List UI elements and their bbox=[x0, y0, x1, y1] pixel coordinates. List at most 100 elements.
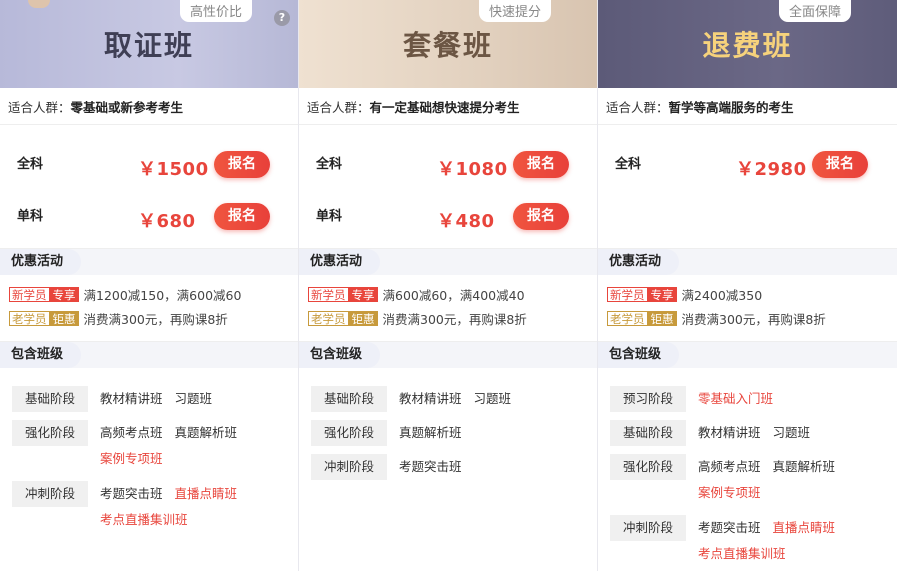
stage-classes: 教材精讲班 习题班 bbox=[698, 420, 888, 446]
price-list: 全科 ￥2980 报名 bbox=[598, 125, 897, 248]
classes-section: 包含班级 预习阶段 零基础入门班 基础阶段 教材精讲班 习题班 强化阶段 高频考点班 真题解析班… bbox=[598, 341, 897, 561]
badge-type: 专享 bbox=[647, 287, 677, 302]
promo-badge: 新学员 专享 bbox=[9, 287, 79, 302]
stage-label: 预习阶段 bbox=[610, 386, 686, 412]
promo-title: 优惠活动 bbox=[598, 249, 680, 275]
class-link[interactable]: 习题班 bbox=[773, 420, 811, 446]
promo-badge: 新学员 专享 bbox=[607, 287, 677, 302]
audience-value: 零基础或新参考考生 bbox=[70, 99, 184, 115]
promo-section: 优惠活动新学员 专享 满600减60，满400减40 老学员 钜惠 消费满300元，再购课… bbox=[299, 248, 597, 341]
price-amount: ￥680 bbox=[138, 211, 196, 232]
promo-text: 消费满300元，再购课8折 bbox=[681, 312, 826, 327]
stage-classes: 真题解析班 bbox=[399, 420, 589, 446]
class-link[interactable]: 考点直播集训班 bbox=[100, 507, 188, 533]
stage-classes: 零基础入门班 bbox=[698, 386, 888, 412]
stage-label: 基础阶段 bbox=[610, 420, 686, 446]
classes-title: 包含班级 bbox=[598, 342, 680, 368]
audience-row: 适合人群： 暂学等高端服务的考生 bbox=[598, 88, 897, 125]
class-link[interactable]: 直播点睛班 bbox=[175, 481, 238, 507]
stage-classes: 高频考点班 真题解析班 案例专项班 bbox=[100, 420, 290, 472]
course-card-tc: 快速提分 套餐班 适合人群： 有一定基础想快速提分考生 全科 ￥1080 报名 单科 ￥480 报… bbox=[299, 0, 598, 571]
class-link[interactable]: 真题解析班 bbox=[399, 420, 462, 446]
price-amount: ￥1500 bbox=[138, 159, 209, 180]
class-link[interactable]: 案例专项班 bbox=[698, 480, 761, 506]
stage-label: 冲刺阶段 bbox=[12, 481, 88, 507]
promo-header: 优惠活动 bbox=[598, 249, 897, 275]
stage-classes: 教材精讲班 习题班 bbox=[399, 386, 589, 412]
class-link[interactable]: 教材精讲班 bbox=[698, 420, 761, 446]
enroll-button[interactable]: 报名 bbox=[214, 203, 270, 230]
stage-classes: 教材精讲班 习题班 bbox=[100, 386, 290, 412]
promo-badge: 老学员 钜惠 bbox=[308, 311, 378, 326]
enroll-button[interactable]: 报名 bbox=[513, 203, 569, 230]
stage-label: 冲刺阶段 bbox=[311, 454, 387, 480]
class-link[interactable]: 教材精讲班 bbox=[399, 386, 462, 412]
promo-line: 新学员 专享 满1200减150，满600减60 bbox=[9, 286, 241, 303]
class-link[interactable]: 习题班 bbox=[175, 386, 213, 412]
stage-label: 强化阶段 bbox=[610, 454, 686, 480]
stage-label: 冲刺阶段 bbox=[610, 515, 686, 541]
stage-classes: 高频考点班 真题解析班 案例专项班 bbox=[698, 454, 888, 506]
course-title: 套餐班 bbox=[402, 29, 493, 62]
price-amount: ￥1080 bbox=[437, 159, 508, 180]
promo-section: 优惠活动新学员 专享 满2400减350 老学员 钜惠 消费满300元，再购课8折 bbox=[598, 248, 897, 341]
price-name: 全科 bbox=[615, 157, 642, 172]
class-link[interactable]: 考题突击班 bbox=[698, 515, 761, 541]
promo-badge: 老学员 钜惠 bbox=[607, 311, 677, 326]
stage-classes: 考题突击班 直播点睛班 考点直播集训班 bbox=[100, 481, 290, 533]
price-row: 全科 ￥1080 报名 bbox=[299, 151, 598, 183]
stage-classes: 考题突击班 直播点睛班 考点直播集训班 bbox=[698, 515, 888, 567]
classes-section: 包含班级 基础阶段 教材精讲班 习题班 强化阶段 高频考点班 真题解析班 案例专项班 冲刺阶段考… bbox=[0, 341, 298, 527]
audience-row: 适合人群： 零基础或新参考考生 bbox=[0, 88, 298, 125]
promo-title: 优惠活动 bbox=[299, 249, 381, 275]
enroll-button[interactable]: 报名 bbox=[513, 151, 569, 178]
banner-tag: 全面保障 bbox=[778, 0, 851, 22]
badge-type: 钜惠 bbox=[348, 311, 378, 326]
badge-audience: 新学员 bbox=[308, 287, 349, 302]
promo-badge: 新学员 专享 bbox=[308, 287, 378, 302]
promo-badge: 老学员 钜惠 bbox=[9, 311, 79, 326]
price-name: 全科 bbox=[316, 157, 343, 172]
price-amount: ￥480 bbox=[437, 211, 495, 232]
stage-classes: 考题突击班 bbox=[399, 454, 589, 480]
promo-text: 满2400减350 bbox=[681, 288, 763, 303]
promo-line: 老学员 钜惠 消费满300元，再购课8折 bbox=[607, 310, 826, 327]
promo-text: 消费满300元，再购课8折 bbox=[83, 312, 228, 327]
promo-header: 优惠活动 bbox=[0, 249, 298, 275]
class-link[interactable]: 高频考点班 bbox=[698, 454, 761, 480]
audience-value: 暂学等高端服务的考生 bbox=[668, 99, 794, 115]
audience-label: 适合人群： bbox=[8, 99, 71, 115]
badge-type: 钜惠 bbox=[49, 311, 79, 326]
course-card-tf: 全面保障退费班适合人群： 暂学等高端服务的考生全科 ￥2980 报名优惠活动新学员 专享… bbox=[598, 0, 897, 571]
course-title: 取证班 bbox=[103, 29, 194, 62]
class-link[interactable]: 教材精讲班 bbox=[100, 386, 163, 412]
class-link[interactable]: 习题班 bbox=[474, 386, 512, 412]
class-link[interactable]: 案例专项班 bbox=[100, 446, 163, 472]
audience-value: 有一定基础想快速提分考生 bbox=[369, 99, 520, 115]
class-link[interactable]: 零基础入门班 bbox=[698, 386, 773, 412]
class-link[interactable]: 高频考点班 bbox=[100, 420, 163, 446]
audience-label: 适合人群： bbox=[606, 99, 669, 115]
promo-line: 新学员 专享 满600减60，满400减40 bbox=[308, 286, 525, 303]
banner-tag: 快速提分 bbox=[478, 0, 551, 22]
course-title: 退费班 bbox=[702, 29, 793, 62]
classes-header: 包含班级 bbox=[0, 342, 298, 368]
enroll-button[interactable]: 报名 bbox=[214, 151, 270, 178]
badge-audience: 新学员 bbox=[9, 287, 50, 302]
class-link[interactable]: 考点直播集训班 bbox=[698, 541, 786, 567]
promo-text: 满600减60，满400减40 bbox=[382, 288, 525, 303]
price-list: 全科 ￥1500 报名 单科 ￥680 报名 bbox=[0, 125, 298, 248]
classes-title: 包含班级 bbox=[299, 342, 381, 368]
price-amount: ￥2980 bbox=[736, 159, 807, 180]
banner-tag: 高性价比 bbox=[179, 0, 252, 22]
class-link[interactable]: 真题解析班 bbox=[773, 454, 836, 480]
price-name: 单科 bbox=[316, 209, 343, 224]
class-link[interactable]: 考题突击班 bbox=[100, 481, 163, 507]
class-link[interactable]: 考题突击班 bbox=[399, 454, 462, 480]
class-link[interactable]: 直播点睛班 bbox=[773, 515, 836, 541]
enroll-button[interactable]: 报名 bbox=[812, 151, 868, 178]
class-link[interactable]: 真题解析班 bbox=[175, 420, 238, 446]
promo-text: 消费满300元，再购课8折 bbox=[382, 312, 527, 327]
question-icon[interactable]: ? bbox=[274, 10, 290, 26]
promo-title: 优惠活动 bbox=[0, 249, 82, 275]
